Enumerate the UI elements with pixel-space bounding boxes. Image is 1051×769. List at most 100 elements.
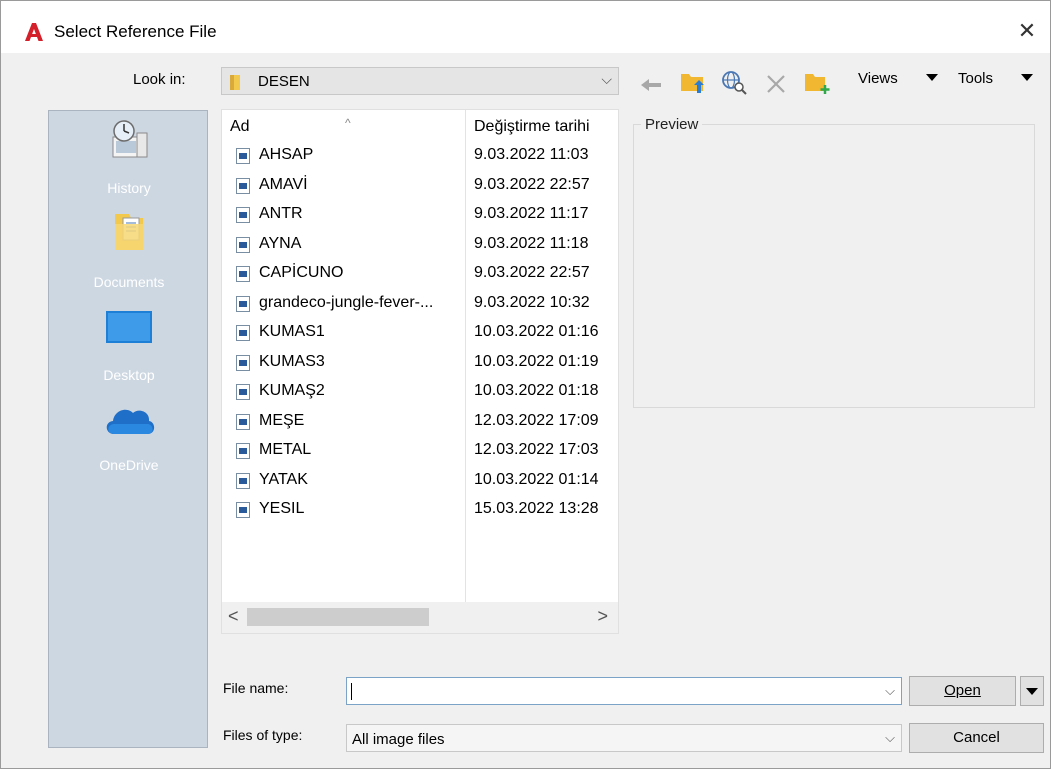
tools-button[interactable]: Tools [958, 70, 993, 87]
cancel-button-label: Cancel [953, 729, 1000, 746]
text-caret [351, 683, 352, 700]
file-name-input[interactable]: ⌵ [346, 677, 902, 705]
image-file-icon [236, 443, 250, 459]
list-item[interactable]: YATAK 10.03.2022 01:14 [222, 468, 618, 497]
views-dropdown-icon[interactable] [926, 74, 938, 81]
list-item[interactable]: AMAVİ 9.03.2022 22:57 [222, 173, 618, 202]
look-in-dropdown[interactable]: DESEN ⌵ [221, 67, 619, 95]
title-bar: Select Reference File ✕ [1, 1, 1050, 53]
file-date: 10.03.2022 01:18 [474, 382, 599, 399]
list-item[interactable]: KUMAS1 10.03.2022 01:16 [222, 320, 618, 349]
place-history[interactable]: History [49, 117, 209, 209]
cancel-button[interactable]: Cancel [909, 723, 1044, 753]
file-date: 10.03.2022 01:19 [474, 352, 599, 370]
file-name: AMAVİ [259, 175, 308, 193]
image-file-icon [236, 207, 250, 223]
file-date: 10.03.2022 01:14 [474, 470, 599, 488]
tools-label: Tools [958, 70, 994, 87]
preview-panel [633, 124, 1035, 408]
image-file-icon [236, 472, 250, 489]
place-label-onedrive: OneDrive [99, 457, 159, 473]
list-item[interactable]: grandeco-jungle-fever-... 9.03.2022 10:32 [222, 291, 618, 320]
file-date: 15.03.2022 13:28 [474, 500, 599, 517]
close-icon: ✕ [1017, 18, 1037, 43]
scroll-thumb[interactable] [247, 608, 429, 626]
column-header-date[interactable]: Değiştirme tarihi [474, 118, 590, 136]
file-type-value: All image files [352, 731, 445, 748]
place-desktop[interactable]: Desktop [49, 303, 209, 395]
folder-icon [230, 75, 240, 90]
list-item[interactable]: MEŞE 12.03.2022 17:09 [222, 409, 618, 438]
column-header-name[interactable]: Ad ^ [230, 116, 351, 136]
image-file-icon [236, 325, 250, 341]
image-file-icon [236, 502, 250, 518]
list-item[interactable]: KUMAŞ2 10.03.2022 01:18 [222, 379, 618, 408]
chevron-down-icon[interactable]: ⌵ [885, 683, 895, 699]
place-label-documents: Documents [93, 274, 165, 290]
delete-icon[interactable] [764, 69, 788, 99]
image-file-icon [236, 266, 250, 282]
scroll-left-icon[interactable]: < [228, 606, 239, 627]
image-file-icon [236, 148, 250, 164]
onedrive-icon [106, 409, 155, 434]
horizontal-scrollbar[interactable]: < > [222, 602, 618, 633]
up-folder-icon[interactable] [679, 67, 707, 97]
file-name: CAPİCUNO [259, 264, 344, 281]
open-button-label: Open [944, 682, 981, 699]
preview-label: Preview [641, 116, 703, 133]
close-button[interactable]: ✕ [1004, 11, 1050, 51]
new-folder-icon[interactable] [803, 67, 831, 97]
file-name: KUMAS1 [259, 323, 325, 340]
file-name: KUMAS3 [259, 352, 325, 370]
file-name: YESIL [259, 500, 305, 517]
file-name: KUMAŞ2 [259, 382, 325, 399]
file-type-select[interactable]: All image files ⌵ [346, 724, 902, 752]
image-file-icon [236, 177, 250, 194]
file-type-label: Files of type: [223, 727, 303, 743]
place-onedrive[interactable]: OneDrive [49, 396, 209, 488]
file-date: 9.03.2022 10:32 [474, 293, 590, 311]
back-arrow-icon[interactable] [639, 70, 663, 100]
places-sidebar: History Documents Desktop OneDrive [48, 110, 208, 748]
file-date: 9.03.2022 22:57 [474, 175, 590, 193]
file-date: 10.03.2022 01:16 [474, 323, 599, 340]
place-label-history: History [107, 180, 151, 196]
file-name: ANTR [259, 205, 303, 222]
list-item[interactable]: AHSAP 9.03.2022 11:03 [222, 143, 618, 172]
file-name: METAL [259, 441, 312, 458]
look-in-value: DESEN [258, 73, 310, 90]
scroll-right-icon[interactable]: > [597, 606, 608, 627]
documents-icon [115, 214, 143, 250]
file-date: 12.03.2022 17:09 [474, 411, 599, 429]
open-button[interactable]: Open [909, 676, 1016, 706]
select-reference-file-dialog: Select Reference File ✕ Look in: DESEN ⌵ [0, 0, 1051, 769]
desktop-icon [106, 311, 152, 343]
file-date: 9.03.2022 11:18 [474, 234, 589, 252]
dialog-title: Select Reference File [54, 22, 217, 41]
views-button[interactable]: Views [858, 70, 898, 87]
file-list: Ad ^ Değiştirme tarihi AHSAP 9.03.2022 11… [221, 109, 619, 634]
image-file-icon [236, 236, 250, 253]
image-file-icon [236, 413, 250, 430]
chevron-down-icon: ⌵ [601, 71, 612, 87]
list-item[interactable]: KUMAS3 10.03.2022 01:19 [222, 350, 618, 379]
file-name: MEŞE [259, 411, 305, 429]
tools-dropdown-icon[interactable] [1021, 74, 1033, 81]
list-item[interactable]: METAL 12.03.2022 17:03 [222, 438, 618, 467]
file-date: 9.03.2022 11:17 [474, 205, 589, 222]
search-web-icon[interactable] [720, 67, 748, 97]
list-item[interactable]: CAPİCUNO 9.03.2022 22:57 [222, 261, 618, 290]
file-date: 9.03.2022 22:57 [474, 264, 590, 281]
file-date: 12.03.2022 17:03 [474, 441, 599, 458]
list-item[interactable]: YESIL 15.03.2022 13:28 [222, 497, 618, 526]
views-label: Views [858, 70, 898, 87]
place-documents[interactable]: Documents [49, 210, 209, 302]
file-name: grandeco-jungle-fever-... [259, 293, 434, 311]
image-file-icon [236, 295, 250, 312]
list-item[interactable]: ANTR 9.03.2022 11:17 [222, 202, 618, 231]
image-file-icon [236, 384, 250, 400]
image-file-icon [236, 354, 250, 371]
open-dropdown-button[interactable] [1020, 676, 1044, 706]
list-item[interactable]: AYNA 9.03.2022 11:18 [222, 232, 618, 261]
file-name-label: File name: [223, 680, 289, 696]
